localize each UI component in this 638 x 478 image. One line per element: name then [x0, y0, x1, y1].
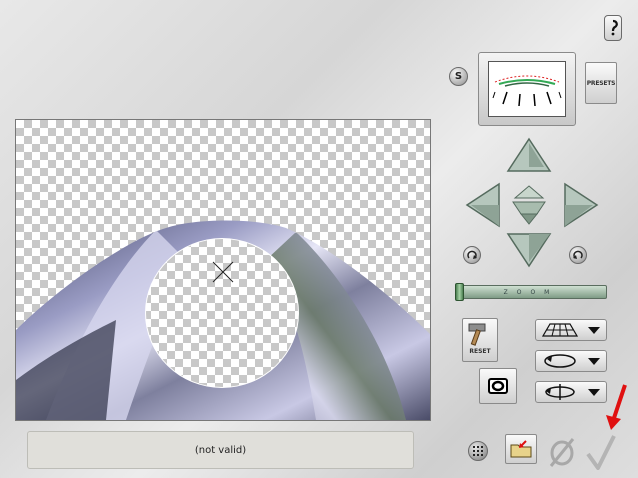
- reset-button[interactable]: RESET: [462, 318, 498, 362]
- help-icon: [611, 19, 618, 36]
- axis-rotate-icon: [545, 384, 575, 400]
- thumbnail-image: [488, 61, 566, 117]
- preview-canvas[interactable]: [15, 119, 431, 421]
- presets-label: PRESETS: [586, 79, 616, 87]
- zoom-handle[interactable]: [455, 283, 464, 301]
- zoom-slider[interactable]: ZOOM: [455, 285, 607, 299]
- rotate-right-button[interactable]: [569, 246, 587, 264]
- grid-icon: [473, 446, 483, 456]
- center-pyramid-icon[interactable]: [511, 184, 547, 226]
- toggle-view-button[interactable]: [479, 368, 517, 404]
- rotate-left-icon: [467, 250, 477, 259]
- reset-label: RESET: [469, 348, 491, 355]
- checkmark-icon[interactable]: [586, 434, 616, 470]
- grid-button[interactable]: [468, 441, 488, 461]
- pointer-arrow-icon: [606, 384, 627, 430]
- rotate-left-button[interactable]: [463, 246, 481, 264]
- arrow-down-icon[interactable]: [506, 232, 552, 268]
- arrow-left-icon[interactable]: [465, 182, 501, 228]
- help-button[interactable]: [604, 15, 622, 41]
- s-button-label: S: [454, 71, 463, 82]
- chevron-down-icon: [588, 388, 600, 396]
- arrow-right-icon[interactable]: [563, 182, 599, 228]
- status-bar: (not valid): [27, 431, 414, 469]
- chevron-down-icon: [588, 326, 600, 334]
- perspective-grid-icon: [542, 323, 578, 337]
- rotate-ellipse-icon: [544, 354, 576, 368]
- open-folder-button[interactable]: [505, 434, 537, 464]
- perspective-dropdown[interactable]: [535, 319, 607, 341]
- status-text: (not valid): [194, 444, 247, 456]
- rotate-right-icon: [573, 250, 583, 259]
- rotation-dropdown[interactable]: [535, 350, 607, 372]
- zoom-label: ZOOM: [503, 288, 559, 296]
- axis-rotation-dropdown[interactable]: [535, 381, 607, 403]
- folder-icon: [510, 440, 532, 458]
- cancel-icon[interactable]: [547, 436, 577, 468]
- preview-thumbnail[interactable]: [478, 52, 576, 126]
- s-button[interactable]: S: [449, 67, 468, 86]
- view-toggle-icon: [488, 378, 508, 394]
- presets-button[interactable]: PRESETS: [585, 62, 617, 104]
- chevron-down-icon: [588, 357, 600, 365]
- hammer-icon: [468, 323, 486, 346]
- arrow-up-icon[interactable]: [506, 137, 552, 173]
